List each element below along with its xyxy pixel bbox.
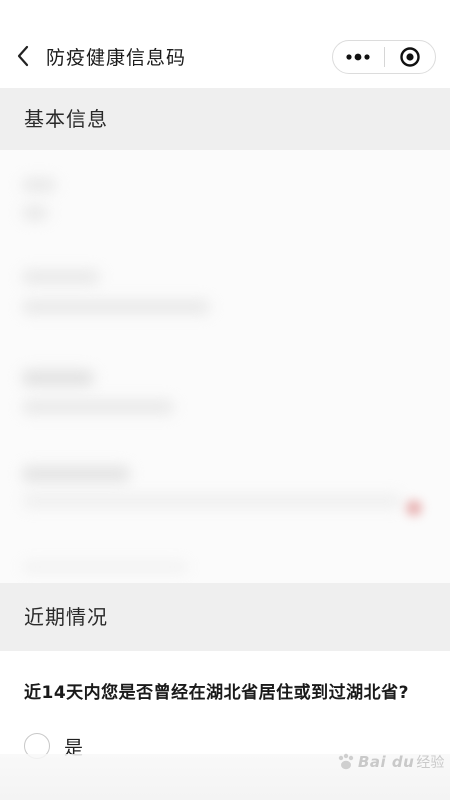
hubei-question: 近14天内您是否曾经在湖北省居住或到过湖北省? <box>24 683 410 703</box>
target-circle-icon <box>400 47 420 67</box>
blurred-field <box>22 400 174 414</box>
navigation-bar: 防疫健康信息码 <box>0 0 450 88</box>
blurred-status-dot <box>406 500 422 516</box>
blurred-field <box>22 562 188 572</box>
blurred-field <box>22 206 48 220</box>
watermark-brand: Bai du <box>358 753 415 771</box>
paw-icon <box>338 753 354 770</box>
more-options-button[interactable] <box>333 41 384 73</box>
baidu-watermark: Bai du 经验 <box>334 752 444 772</box>
blurred-field <box>22 466 130 482</box>
section-header-recent-status: 近期情况 <box>0 583 450 651</box>
back-button[interactable] <box>10 38 36 74</box>
blurred-field <box>22 494 402 508</box>
mini-program-capsule <box>332 40 436 74</box>
blurred-field <box>22 178 56 192</box>
blurred-field <box>22 300 210 314</box>
blurred-field <box>22 370 94 386</box>
section-header-basic-info: 基本信息 <box>0 88 450 150</box>
close-mini-program-button[interactable] <box>384 41 435 73</box>
blurred-personal-info <box>0 150 450 583</box>
more-dots-icon <box>346 53 370 61</box>
chevron-left-icon <box>17 45 29 67</box>
watermark-suffix: 经验 <box>416 755 445 771</box>
blurred-field <box>22 270 100 284</box>
page-title: 防疫健康信息码 <box>46 47 187 69</box>
